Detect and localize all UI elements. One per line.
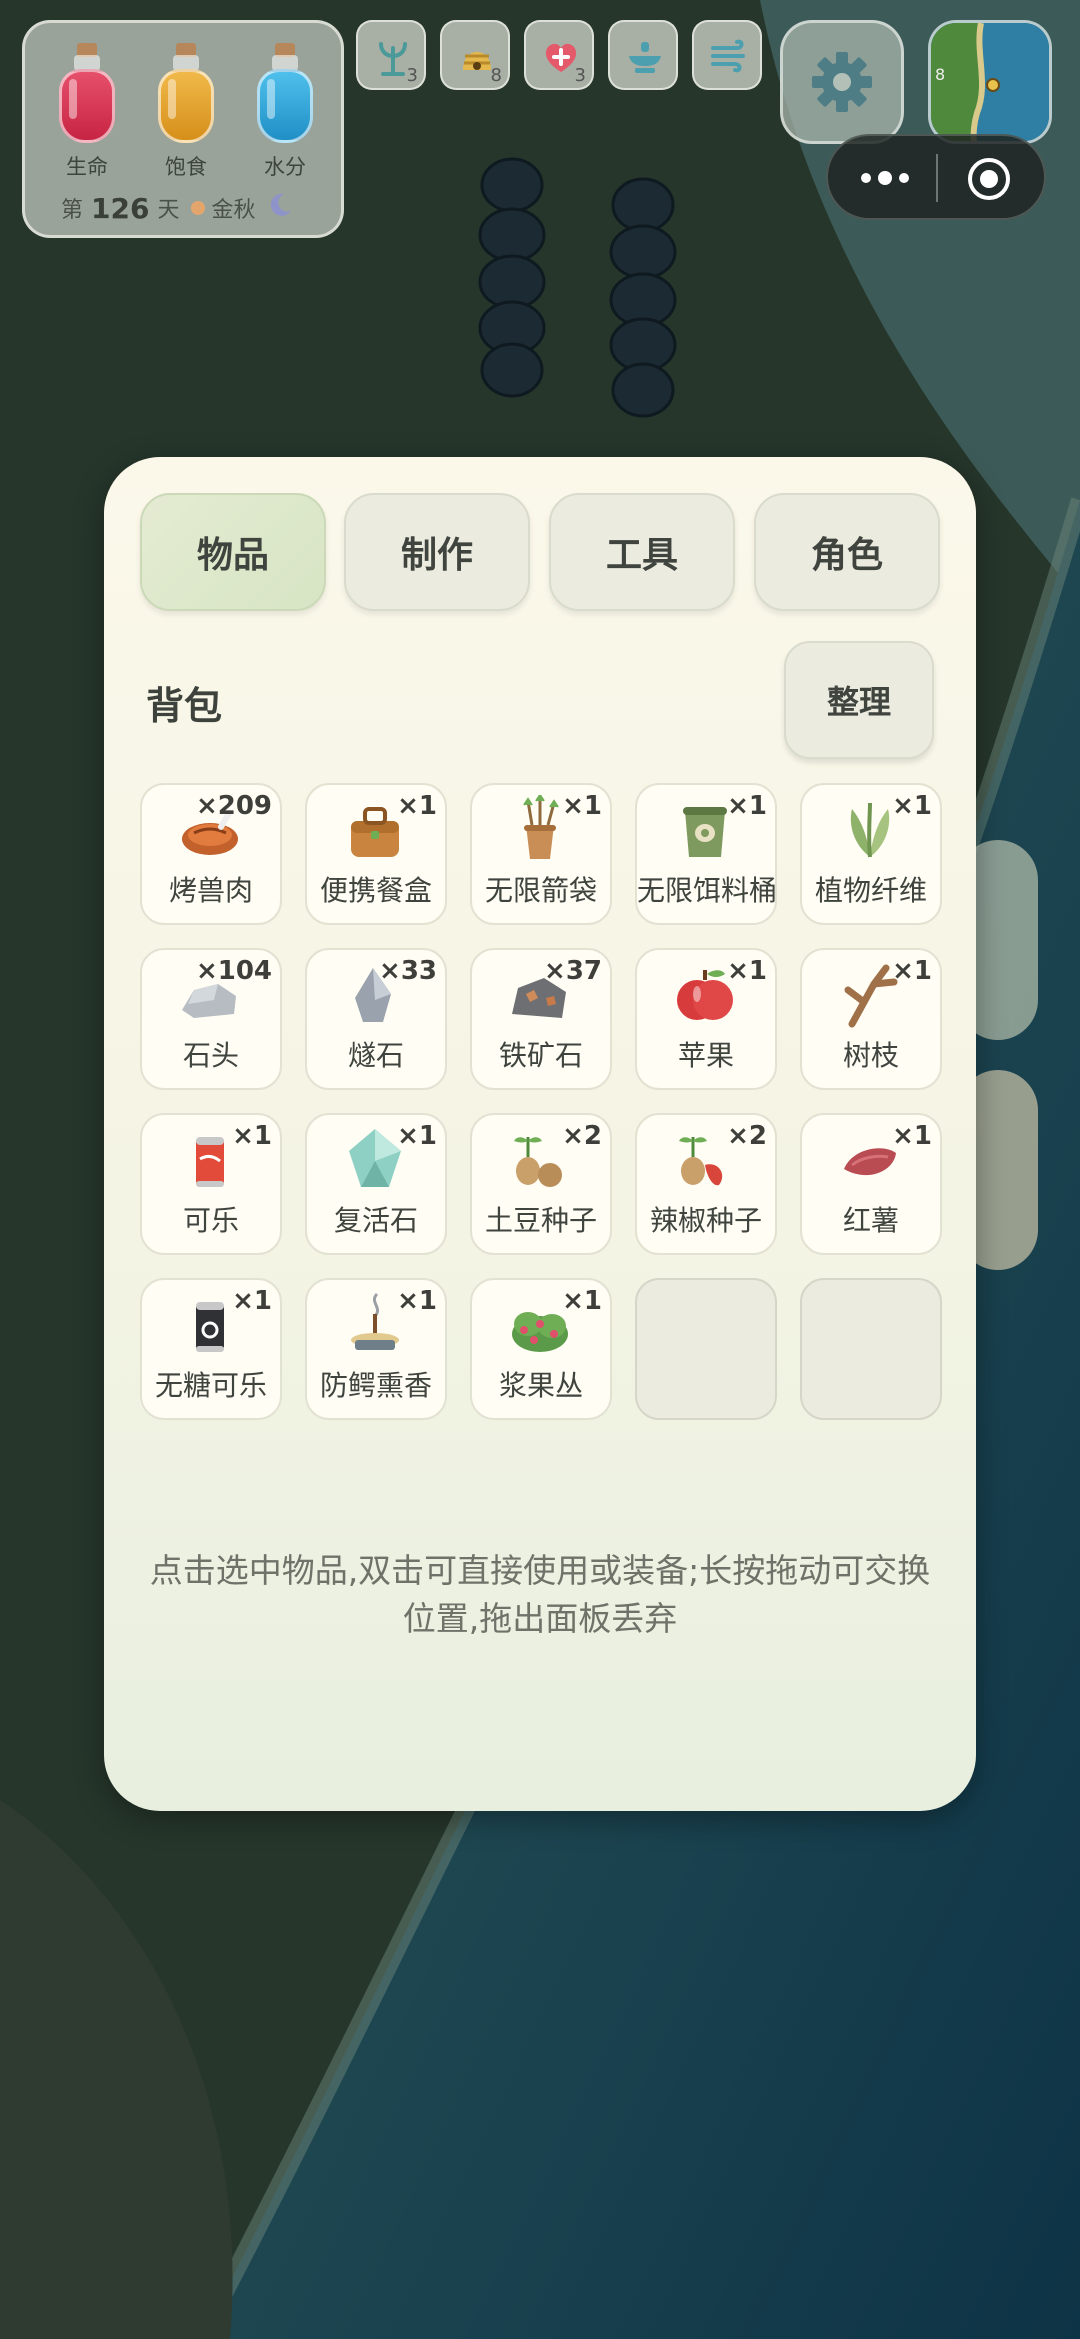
day-prefix: 第 xyxy=(61,198,84,223)
minimap-label: 8 xyxy=(935,65,946,84)
inventory-slot[interactable]: ×1 可乐 xyxy=(140,1113,282,1255)
inventory-slot[interactable]: ×1 红薯 xyxy=(800,1113,942,1255)
item-name: 无糖可乐 xyxy=(154,1369,267,1402)
item-name: 植物纤维 xyxy=(814,874,927,907)
inventory-slot[interactable]: ×33 燧石 xyxy=(305,948,447,1090)
item-name: 复活石 xyxy=(333,1204,418,1237)
water-bottle-icon xyxy=(255,43,315,151)
tab-items[interactable]: 物品 xyxy=(140,493,326,611)
inventory-slot[interactable]: ×1 苹果 xyxy=(635,948,777,1090)
item-name: 无限饵料桶 xyxy=(637,874,777,907)
wind-icon xyxy=(711,39,745,73)
item-name: 烤兽肉 xyxy=(168,874,253,907)
item-name: 树枝 xyxy=(842,1039,899,1072)
item-quantity: ×37 xyxy=(544,956,602,986)
backpack-title: 背包 xyxy=(146,684,223,728)
health-label: 生命 xyxy=(66,155,108,179)
day-number: 126 xyxy=(91,191,150,225)
inventory-slot[interactable]: ×1 复活石 xyxy=(305,1113,447,1255)
item-quantity: ×104 xyxy=(195,956,272,986)
inventory-slot[interactable]: ×2 辣椒种子 xyxy=(635,1113,777,1255)
item-name: 红薯 xyxy=(842,1204,899,1237)
hunger-label: 饱食 xyxy=(165,155,207,179)
item-quantity: ×2 xyxy=(727,1121,767,1151)
more-dots-icon xyxy=(861,171,909,185)
item-quantity: ×33 xyxy=(379,956,437,986)
inventory-slot[interactable]: ×1 无限饵料桶 xyxy=(635,783,777,925)
item-quantity: ×1 xyxy=(397,791,437,821)
tab-crafting[interactable]: 制作 xyxy=(344,493,530,611)
hunger-bottle-icon xyxy=(156,43,216,151)
item-name: 防鳄熏香 xyxy=(319,1369,432,1402)
item-quantity: ×1 xyxy=(892,956,932,986)
capsule-divider xyxy=(936,154,938,202)
tab-tools[interactable]: 工具 xyxy=(549,493,735,611)
inventory-slot[interactable]: ×1 防鳄熏香 xyxy=(305,1278,447,1420)
inventory-slot[interactable]: ×1 无糖可乐 xyxy=(140,1278,282,1420)
buff-heart[interactable]: 3 xyxy=(524,20,594,90)
inventory-slot[interactable]: ×1 便携餐盒 xyxy=(305,783,447,925)
more-options-button[interactable] xyxy=(858,168,912,192)
item-quantity: ×1 xyxy=(892,1121,932,1151)
inventory-slot[interactable]: ×1 无限箭袋 xyxy=(470,783,612,925)
health-bottle-icon xyxy=(57,43,117,151)
item-quantity: ×1 xyxy=(562,791,602,821)
close-miniprogram-button[interactable] xyxy=(966,156,1012,206)
item-quantity: ×1 xyxy=(892,791,932,821)
item-quantity: ×1 xyxy=(397,1286,437,1316)
season-label: 金秋 xyxy=(211,198,256,223)
player-status-card: 生命 饱食 水分 第 126 天 金秋 xyxy=(22,20,344,238)
inventory-slot[interactable]: ×209 烤兽肉 xyxy=(140,783,282,925)
item-quantity: ×1 xyxy=(562,1286,602,1316)
item-quantity: ×1 xyxy=(232,1286,272,1316)
inventory-slot[interactable]: ×1 树枝 xyxy=(800,948,942,1090)
item-quantity: ×209 xyxy=(195,791,272,821)
gear-icon xyxy=(812,52,872,112)
item-name: 可乐 xyxy=(182,1204,239,1237)
item-name: 辣椒种子 xyxy=(649,1204,762,1237)
item-quantity: ×2 xyxy=(562,1121,602,1151)
day-suffix: 天 xyxy=(157,198,180,223)
item-name: 浆果丛 xyxy=(498,1369,583,1402)
item-name: 石头 xyxy=(182,1039,239,1072)
item-quantity: ×1 xyxy=(232,1121,272,1151)
buff-count: 3 xyxy=(574,65,586,86)
target-icon xyxy=(968,158,1010,200)
sun-icon xyxy=(191,201,206,215)
water-label: 水分 xyxy=(264,155,306,179)
item-quantity: ×1 xyxy=(727,791,767,821)
moon-icon xyxy=(266,191,294,225)
inventory-slot-empty[interactable] xyxy=(800,1278,942,1420)
miniprogram-capsule xyxy=(826,134,1046,220)
inventory-slot[interactable]: ×1 植物纤维 xyxy=(800,783,942,925)
inventory-slot[interactable]: ×1 浆果丛 xyxy=(470,1278,612,1420)
buff-sprout[interactable]: 3 xyxy=(356,20,426,90)
sort-button[interactable]: 整理 xyxy=(784,641,934,759)
item-name: 无限箭袋 xyxy=(484,874,597,907)
inventory-slot[interactable]: ×2 土豆种子 xyxy=(470,1113,612,1255)
buff-count: 8 xyxy=(490,65,502,86)
buff-count: 3 xyxy=(406,65,418,86)
item-quantity: ×1 xyxy=(727,956,767,986)
buff-beehive[interactable]: 8 xyxy=(440,20,510,90)
item-name: 土豆种子 xyxy=(484,1204,597,1237)
item-name: 苹果 xyxy=(677,1039,734,1072)
buff-wind[interactable] xyxy=(692,20,762,90)
day-counter: 第 126 天 金秋 xyxy=(61,191,294,225)
item-name: 便携餐盒 xyxy=(319,874,432,907)
tab-character[interactable]: 角色 xyxy=(754,493,940,611)
item-name: 燧石 xyxy=(347,1039,404,1072)
buff-fountain[interactable] xyxy=(608,20,678,90)
inventory-slot[interactable]: ×37 铁矿石 xyxy=(470,948,612,1090)
settings-button[interactable] xyxy=(780,20,904,144)
inventory-slot[interactable]: ×104 石头 xyxy=(140,948,282,1090)
inventory-slot-empty[interactable] xyxy=(635,1278,777,1420)
inventory-panel: 物品 制作 工具 角色 背包 整理 ×209 烤兽肉 ×1 便携餐盒 ×1 无限箭袋 ×1 无… xyxy=(104,457,976,1811)
usage-hint: 点击选中物品,双击可直接使用或装备;长按拖动可交换位置,拖出面板丢弃 xyxy=(149,1551,931,1638)
item-name: 铁矿石 xyxy=(498,1039,583,1072)
minimap[interactable]: 8 xyxy=(928,20,1052,144)
minimap-terrain xyxy=(931,23,1049,141)
item-quantity: ×1 xyxy=(397,1121,437,1151)
fountain-icon xyxy=(629,42,661,73)
